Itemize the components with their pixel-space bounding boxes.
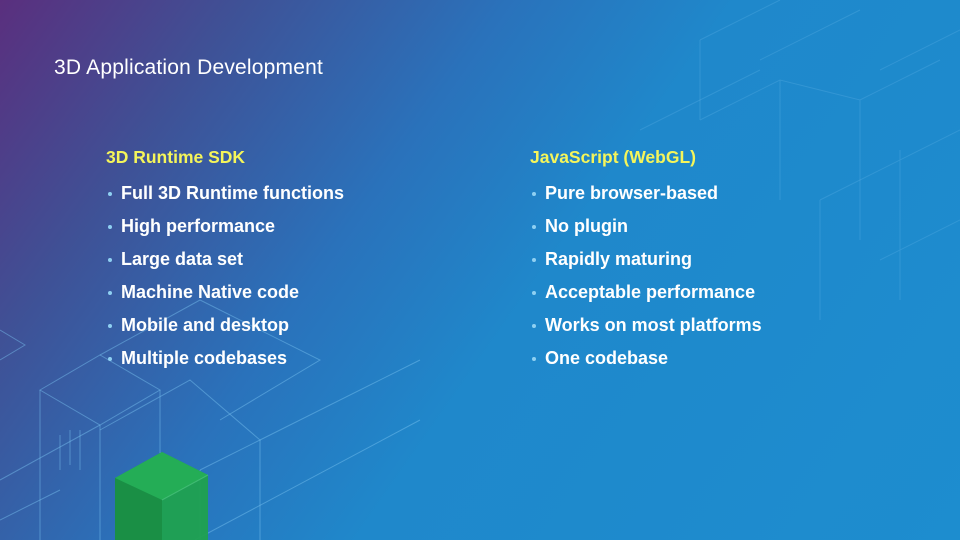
list-item: Mobile and desktop (106, 309, 344, 342)
bullet-icon (108, 224, 112, 229)
list-item-text: Large data set (121, 249, 244, 269)
bullet-icon (532, 290, 536, 295)
list-item-text: Pure browser-based (545, 183, 719, 203)
list-item: Machine Native code (106, 276, 344, 309)
bullet-icon (108, 356, 112, 361)
list-item-text: Full 3D Runtime functions (121, 183, 344, 203)
list-item: Works on most platforms (530, 309, 762, 342)
column-javascript-webgl: JavaScript (WebGL) Pure browser-based No… (530, 144, 762, 375)
list-item: Full 3D Runtime functions (106, 177, 344, 210)
list-item-text: Mobile and desktop (121, 315, 290, 335)
list-item: Rapidly maturing (530, 243, 762, 276)
list-item-text: High performance (121, 216, 276, 236)
bullet-icon (108, 191, 112, 196)
bullet-icon (532, 356, 536, 361)
bullet-icon (532, 191, 536, 196)
list-item: No plugin (530, 210, 762, 243)
list-item: Large data set (106, 243, 344, 276)
list-item-text: One codebase (545, 348, 669, 368)
slide-title: 3D Application Development (54, 56, 324, 79)
list-item-text: Multiple codebases (121, 348, 288, 368)
column-3d-runtime-sdk: 3D Runtime SDK Full 3D Runtime functions… (106, 144, 344, 375)
bullet-icon (108, 290, 112, 295)
bullet-icon (108, 323, 112, 328)
list-item-text: No plugin (545, 216, 628, 236)
bullet-icon (532, 257, 536, 262)
list-item-text: Works on most platforms (545, 315, 762, 335)
bullet-icon (532, 323, 536, 328)
list-item: One codebase (530, 342, 762, 375)
column-heading: JavaScript (WebGL) (530, 147, 696, 167)
list-item-text: Rapidly maturing (545, 249, 693, 269)
list-item-text: Acceptable performance (545, 282, 756, 302)
list-item: Acceptable performance (530, 276, 762, 309)
list-item: Multiple codebases (106, 342, 344, 375)
column-heading: 3D Runtime SDK (106, 147, 246, 167)
list-item: Pure browser-based (530, 177, 762, 210)
list-item: High performance (106, 210, 344, 243)
bullet-icon (532, 224, 536, 229)
list-item-text: Machine Native code (121, 282, 300, 302)
bullet-icon (108, 257, 112, 262)
